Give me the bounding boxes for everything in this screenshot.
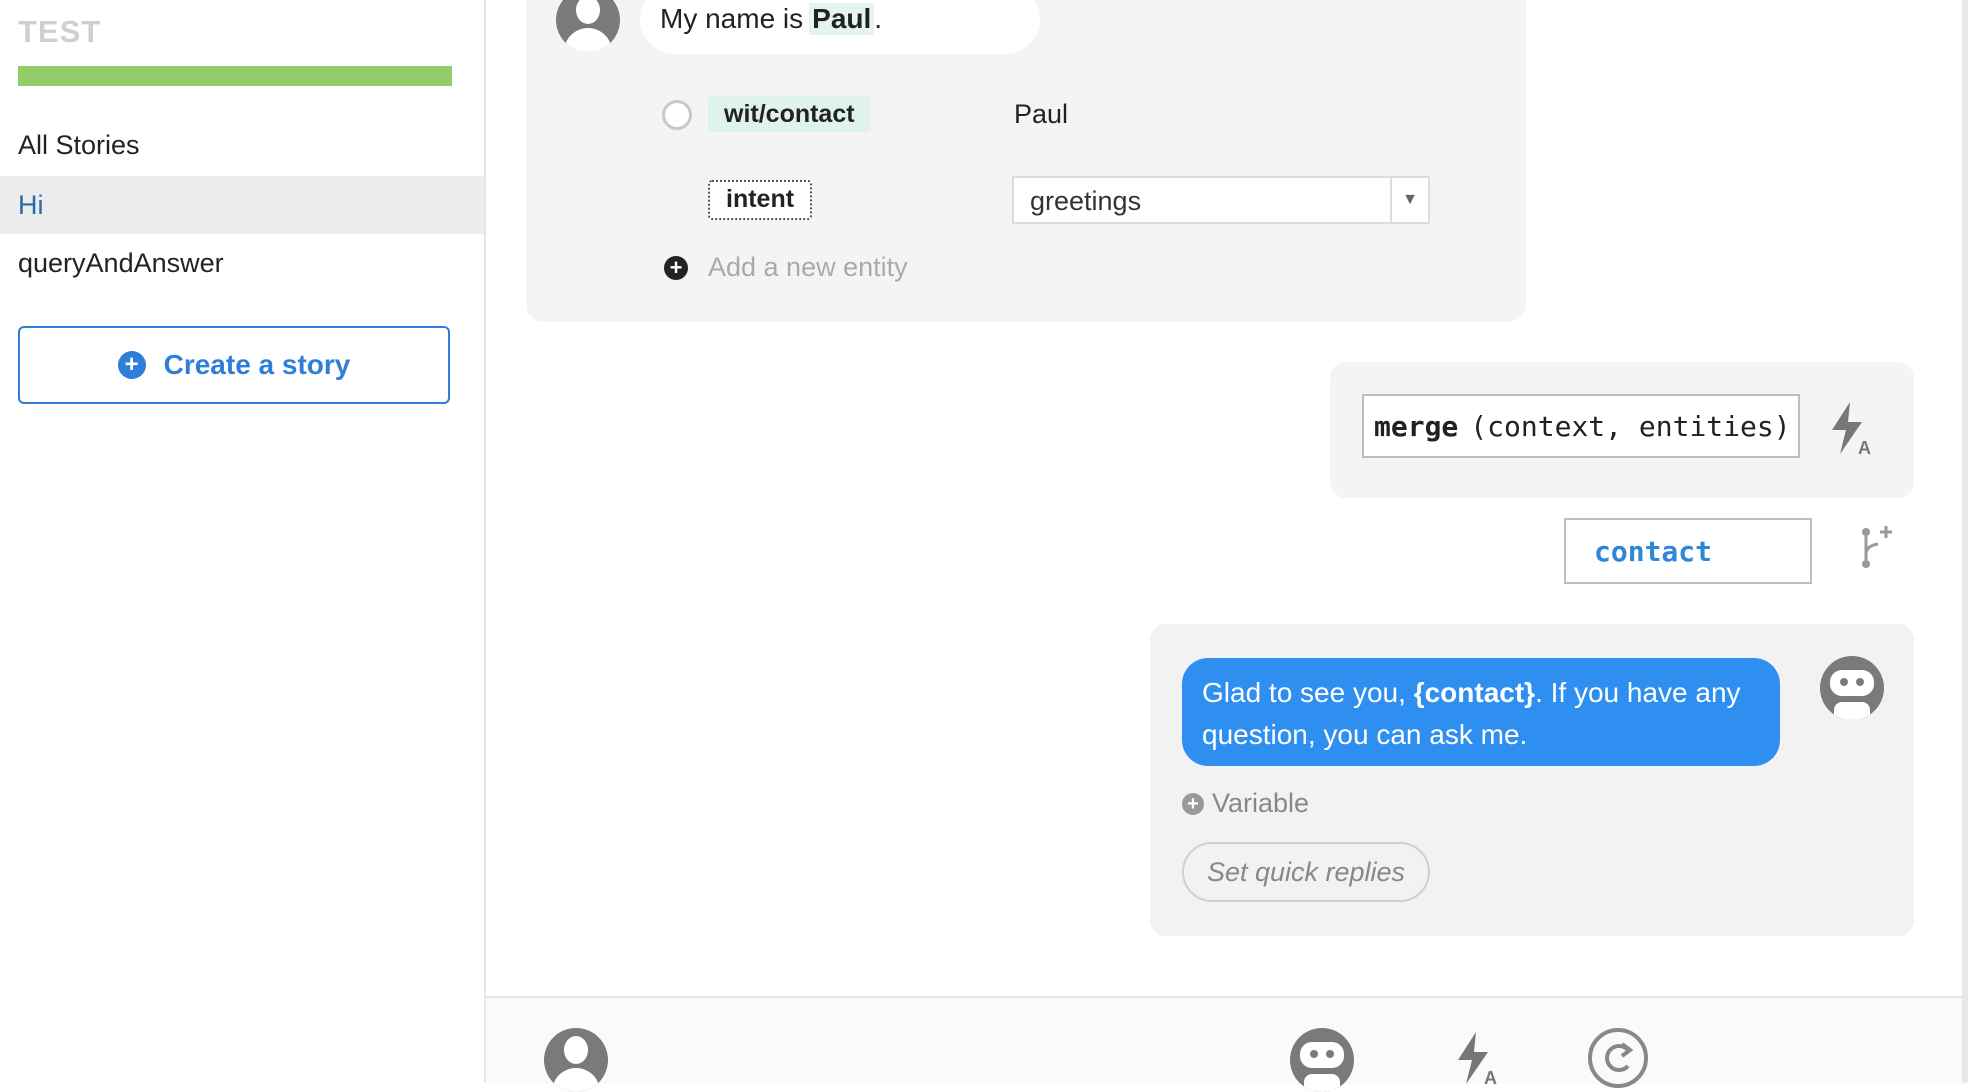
user-message-suffix: . — [874, 3, 883, 34]
plus-circle-icon: + — [117, 351, 146, 379]
bot-message-text: Glad to see you, — [1202, 677, 1414, 708]
add-bot-turn-icon[interactable] — [1290, 1028, 1354, 1092]
lightning-a-icon[interactable]: A — [1828, 400, 1878, 456]
lightning-a-icon[interactable]: A — [1454, 1030, 1504, 1086]
user-message-bubble[interactable]: My name is Paul . — [640, 0, 1040, 54]
create-story-label: Create a story — [163, 349, 351, 380]
create-story-button[interactable]: + Create a story — [18, 326, 450, 404]
action-function-box[interactable]: merge (context, entities) — [1362, 394, 1800, 458]
sidebar: TEST All Stories Hi queryAndAnswer + Cre… — [0, 0, 486, 1082]
entity-value-contact: Paul — [1014, 99, 1069, 129]
branch-plus-icon[interactable] — [1858, 524, 1898, 572]
story-editor: My name is Paul . wit/contact Paul inten… — [486, 0, 1968, 1092]
add-variable-button[interactable]: + Variable — [1182, 788, 1309, 819]
user-message-entity-highlight[interactable]: Paul — [809, 3, 875, 35]
add-entity-icon[interactable]: + — [664, 256, 688, 280]
plus-circle-icon: + — [1182, 792, 1204, 815]
user-message-text: My name is — [660, 3, 804, 34]
entity-role-radio[interactable] — [662, 100, 692, 130]
intent-value-select[interactable]: greetings ▼ — [1012, 176, 1430, 224]
bottom-toolbar: A — [486, 996, 1968, 1092]
add-variable-label: Variable — [1212, 788, 1310, 818]
bot-message-bubble[interactable]: Glad to see you, {contact}. If you have … — [1182, 658, 1780, 766]
branch-context-key[interactable]: contact — [1564, 518, 1812, 584]
add-entity-link[interactable]: Add a new entity — [708, 252, 908, 283]
action-function-name: merge — [1374, 409, 1459, 443]
all-stories-link[interactable]: All Stories — [18, 130, 140, 161]
bot-action-card: merge (context, entities) A — [1330, 362, 1914, 498]
app-title: TEST — [18, 14, 102, 49]
user-avatar-icon — [556, 0, 620, 52]
progress-bar-fill — [18, 66, 452, 86]
entity-tag-intent[interactable]: intent — [708, 180, 813, 220]
svg-text:A: A — [1484, 1068, 1497, 1086]
intent-selected-value: greetings — [1030, 186, 1142, 216]
refresh-icon[interactable] — [1586, 1026, 1650, 1090]
svg-text:A: A — [1858, 438, 1871, 456]
chevron-down-icon[interactable]: ▼ — [1390, 178, 1428, 222]
bot-message-variable: {contact} — [1413, 677, 1536, 708]
action-function-args: (context, entities) — [1470, 409, 1791, 443]
quick-replies-input[interactable]: Set quick replies — [1182, 842, 1430, 902]
entity-tag-contact[interactable]: wit/contact — [708, 96, 871, 132]
progress-bar — [18, 66, 452, 86]
window-edge — [1962, 0, 1968, 1082]
add-user-turn-icon[interactable] — [544, 1028, 608, 1092]
story-item-queryandanswer[interactable]: queryAndAnswer — [0, 234, 484, 292]
bot-response-card: Glad to see you, {contact}. If you have … — [1150, 624, 1914, 936]
bot-avatar-icon — [1820, 656, 1884, 720]
story-item-hi[interactable]: Hi — [0, 176, 484, 234]
